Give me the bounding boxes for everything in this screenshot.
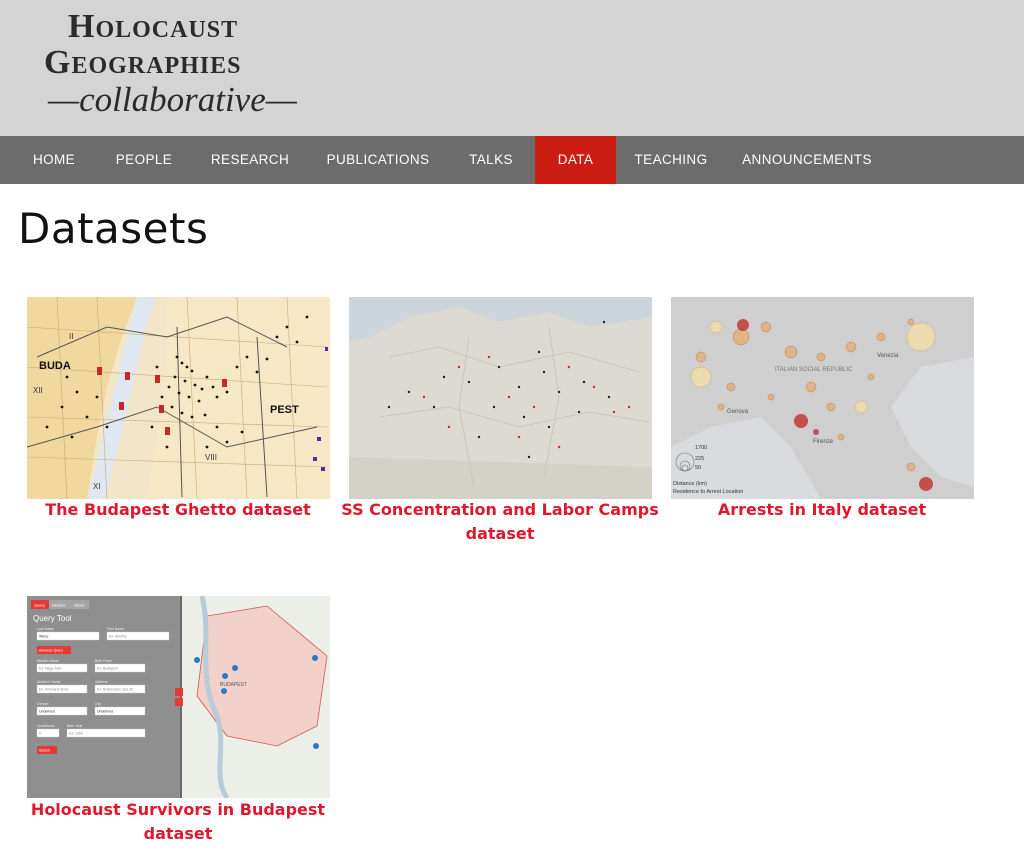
field-label-first-name: First Name [107, 627, 124, 631]
map-label-pest: PEST [270, 404, 299, 416]
map-label-venezia: Venezia [877, 353, 899, 359]
nav-item-publications[interactable]: PUBLICATIONS [316, 136, 440, 184]
legend-title: Distance (km) [673, 481, 707, 487]
field-label-address: Address [95, 680, 108, 684]
tool-tab-results: Results [52, 603, 65, 608]
site-logo[interactable]: Holocaust Geographies —collaborative— [44, 6, 316, 126]
map-label-buda: BUDA [39, 360, 71, 372]
logo-line-1: Holocaust [68, 8, 239, 45]
tool-heading: Query Tool [33, 614, 72, 623]
site-header: Holocaust Geographies —collaborative— [0, 0, 1024, 136]
ss-camps-map [349, 297, 652, 499]
ss-camps-thumbnail[interactable] [349, 297, 652, 499]
map-label-district-xii: XII [33, 386, 43, 395]
nav-item-data[interactable]: DATA [535, 136, 616, 184]
field-address-placeholder: Ex: Ruttenstein utca 30 [97, 688, 133, 692]
budapest-survivors-thumbnail[interactable]: BUDAPEST Query Results About Query Tool … [27, 596, 330, 798]
field-label-conditional: Conditional [37, 724, 55, 728]
nav-item-research[interactable]: RESEARCH [200, 136, 300, 184]
tool-search-button: Search [39, 749, 50, 753]
survivors-query-tool-screenshot: BUDAPEST Query Results About Query Tool … [27, 596, 330, 798]
dataset-link-ss-camps[interactable]: SS Concentration and Labor Camps dataset [340, 498, 660, 546]
legend-value-50: 50 [695, 465, 701, 471]
field-last-name-value: Weisz [39, 635, 49, 639]
nav-item-talks[interactable]: TALKS [456, 136, 526, 184]
field-first-name-placeholder: Ex: Adolfne [109, 635, 127, 639]
map-label-district-viii: VIII [205, 453, 217, 462]
field-birth-year-placeholder: Ex: 1900 [69, 732, 83, 736]
map-label-district-xi: XI [93, 482, 101, 491]
field-gender-value: Undefined [39, 710, 55, 714]
page-title: Datasets [18, 204, 209, 253]
budapest-ghetto-map: BUDA PEST II XII XI VIII [27, 297, 330, 499]
field-label-birth-year: Birth Year [67, 724, 83, 728]
map-label-firenze: Firenze [813, 439, 834, 445]
main-nav: HOME PEOPLE RESEARCH PUBLICATIONS TALKS … [0, 136, 1024, 184]
dataset-link-budapest-ghetto[interactable]: The Budapest Ghetto dataset [18, 498, 338, 522]
field-label-city: City [95, 702, 101, 706]
field-city-value: Undefined [97, 710, 113, 714]
dataset-link-budapest-survivors[interactable]: Holocaust Survivors in Budapest dataset [18, 798, 338, 846]
nav-item-teaching[interactable]: TEACHING [626, 136, 716, 184]
legend-value-225: 225 [695, 456, 704, 462]
legend-subtitle: Residence to Arrest Location [673, 489, 743, 495]
field-birth-place-placeholder: Ex: Budapest [97, 667, 118, 671]
italy-arrests-map: ITALIAN SOCIAL REPUBLIC Genova Firenze V… [671, 297, 974, 499]
field-maiden-name-placeholder: Ex: Nagy Julia [39, 667, 61, 671]
logo-line-2: Geographies [44, 44, 242, 81]
logo-line-3: —collaborative— [48, 80, 297, 119]
nav-item-people[interactable]: PEOPLE [104, 136, 184, 184]
field-label-mothers-name: Mother's Name [37, 680, 61, 684]
italy-arrests-thumbnail[interactable]: ITALIAN SOCIAL REPUBLIC Genova Firenze V… [671, 297, 974, 499]
budapest-ghetto-thumbnail[interactable]: BUDA PEST II XII XI VIII [27, 297, 330, 499]
field-label-birth-place: Birth Place [95, 659, 112, 663]
nav-item-home[interactable]: HOME [20, 136, 88, 184]
map-label-rsi: ITALIAN SOCIAL REPUBLIC [775, 367, 853, 373]
field-label-maiden-name: Maiden Name [37, 659, 59, 663]
field-label-last-name: Last Name [37, 627, 54, 631]
tool-advance-query-button: Advance Query [39, 649, 63, 653]
dataset-link-italy-arrests[interactable]: Arrests in Italy dataset [662, 498, 982, 522]
legend-value-1700: 1700 [695, 445, 707, 451]
tool-tab-about: About [74, 603, 85, 608]
tool-tab-query: Query [34, 603, 45, 608]
field-mothers-name-placeholder: Ex: Schwartz Anna [39, 688, 68, 692]
field-conditional-value: = [39, 732, 41, 736]
nav-item-announcements[interactable]: ANNOUNCEMENTS [734, 136, 880, 184]
map-label-budapest: BUDAPEST [220, 682, 247, 688]
map-label-district-ii: II [69, 332, 73, 341]
field-label-gender: Gender [37, 702, 50, 706]
map-label-genova: Genova [727, 409, 749, 415]
